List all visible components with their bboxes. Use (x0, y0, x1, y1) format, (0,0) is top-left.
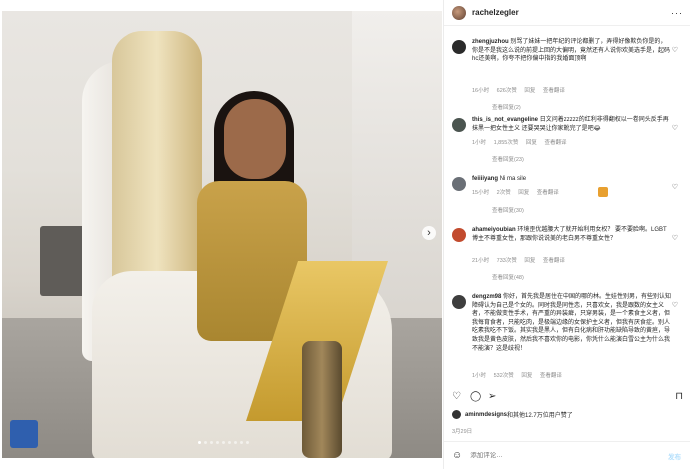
commenter-avatar[interactable] (452, 177, 466, 191)
carousel-dot[interactable] (234, 441, 237, 444)
view-replies-link[interactable]: 查看回复(30) (492, 206, 524, 214)
comment-likes[interactable]: 2次赞 (497, 190, 511, 196)
comment-like-icon[interactable]: ♡ (672, 124, 678, 132)
carousel-dot[interactable] (216, 441, 219, 444)
comment-like-icon[interactable]: ♡ (672, 301, 678, 309)
comment-reply-link[interactable]: 回复 (521, 373, 532, 379)
next-photo-button[interactable]: › (422, 226, 436, 240)
share-icon[interactable]: ➢ (488, 391, 496, 403)
commenter-username[interactable]: feiiiiyang (472, 176, 498, 182)
view-replies-link[interactable]: 查看回复(2) (492, 103, 521, 111)
comment-likes[interactable]: 1,855次赞 (494, 140, 519, 146)
comment-translate-link[interactable]: 查看翻译 (537, 190, 559, 196)
comment-meta: 16小时 626次赞 回复 查看翻译 (472, 86, 571, 94)
comments-list[interactable]: zhengjuzhou 别骂了妹妹一把年纪的评论都删了，弄得好像欺负你是的，你是… (444, 30, 690, 380)
post-photo[interactable]: › (2, 11, 442, 458)
more-options-icon[interactable]: ··· (671, 8, 683, 18)
carousel-dot[interactable] (198, 441, 201, 444)
post-comment-button[interactable]: 发布 (668, 451, 681, 461)
carousel-dot[interactable] (222, 441, 225, 444)
comment-text-block: ahameiyoubian 环境歪优越腰大了就开始利用女权？ 要不要脸啊。LGB… (472, 226, 672, 243)
comment-meta: 21小时 733次赞 回复 查看翻译 (472, 256, 571, 264)
add-comment-bar: ☺ 发布 (444, 441, 690, 469)
comment-text: 你好，首先我是居住在中国的哪的林。生娃性别男，有些别认知障碍认为自己是个女的。同… (472, 294, 672, 352)
comment-reply-link[interactable]: 回复 (524, 88, 535, 94)
photo-person-face (224, 99, 286, 179)
comment-like-icon[interactable]: ♡ (672, 46, 678, 54)
post-side-panel: rachelzegler ··· zhengjuzhou 别骂了妹妹一把年纪的评… (443, 0, 690, 469)
app-frame: › rachelzegler ··· zhengjuzhou 别骂了妹妹一把年纪… (0, 0, 690, 469)
likes-summary: aminmdesigns 和其他12.7万位用户赞了 (452, 410, 573, 419)
comment-meta: 15小时 2次赞 回复 查看翻译 (472, 188, 565, 196)
post-date: 3月29日 (452, 429, 473, 435)
comment-likes[interactable]: 733次赞 (497, 258, 517, 264)
comment-translate-link[interactable]: 查看翻译 (543, 258, 565, 264)
comment-like-icon[interactable]: ♡ (672, 234, 678, 242)
comment-translate-link[interactable]: 查看翻译 (543, 88, 565, 94)
comment-text-block: dengzm98 你好，首先我是居住在中国的哪的林。生娃性别男，有些别认知障碍认… (472, 293, 672, 353)
bookmark-icon[interactable]: ⊓ (675, 391, 683, 403)
author-avatar[interactable] (452, 5, 466, 20)
comment-text-block: zhengjuzhou 别骂了妹妹一把年纪的评论都删了，弄得好像欺负你是的，你是… (472, 38, 672, 64)
commenter-username[interactable]: ahameiyoubian (472, 227, 516, 233)
comment-likes[interactable]: 532次赞 (494, 373, 514, 379)
comment-translate-link[interactable]: 查看翻译 (544, 140, 566, 146)
liker-username[interactable]: aminmdesigns (465, 412, 507, 418)
commenter-avatar[interactable] (452, 40, 466, 54)
photo-person-boot (302, 341, 342, 458)
comment-reply-link[interactable]: 回复 (526, 140, 537, 146)
post-actions: ♡ ◯ ➢ ⊓ (452, 391, 683, 405)
comment-time: 21小时 (472, 258, 490, 264)
commenter-username[interactable]: this_is_not_evangeline (472, 117, 538, 123)
carousel-dot[interactable] (240, 441, 243, 444)
heart-icon[interactable]: ♡ (452, 391, 461, 403)
view-replies-link[interactable]: 查看回复(23) (492, 155, 524, 163)
likes-rest-text[interactable]: 和其他12.7万位用户赞了 (507, 410, 573, 419)
comment-meta: 1小时 1,855次赞 回复 查看翻译 (472, 138, 572, 146)
comment-text: Ni ma sile (499, 176, 527, 182)
comment-time: 15小时 (472, 190, 490, 196)
comment-reply-link[interactable]: 回复 (524, 258, 535, 264)
post-header: rachelzegler ··· (444, 0, 690, 26)
liker-avatar[interactable] (452, 410, 461, 419)
comment-like-icon[interactable]: ♡ (672, 183, 678, 191)
carousel-dot[interactable] (228, 441, 231, 444)
view-replies-link[interactable]: 查看回复(48) (492, 273, 524, 281)
emoji-icon[interactable]: ☺ (452, 450, 462, 461)
comment-icon[interactable]: ◯ (470, 391, 481, 403)
dog-emoji-icon (598, 187, 608, 197)
comment-text-block: this_is_not_evangeline 日文问着zzzzz的红利非得翻权以… (472, 116, 672, 133)
author-username[interactable]: rachelzegler (472, 8, 519, 17)
commenter-avatar[interactable] (452, 118, 466, 132)
comment-likes[interactable]: 626次赞 (497, 88, 517, 94)
comment-meta: 1小时 532次赞 回复 查看翻译 (472, 371, 568, 379)
commenter-username[interactable]: zhengjuzhou (472, 39, 509, 45)
commenter-username[interactable]: dengzm98 (472, 294, 501, 300)
carousel-dots (198, 441, 249, 444)
photo-tag (10, 420, 38, 448)
comment-text-block: feiiiiyang Ni ma sile (472, 175, 672, 184)
commenter-avatar[interactable] (452, 295, 466, 309)
comment-time: 1小时 (472, 140, 487, 146)
comment-time: 16小时 (472, 88, 490, 94)
comment-input[interactable] (470, 452, 641, 459)
carousel-dot[interactable] (204, 441, 207, 444)
comment-time: 1小时 (472, 373, 487, 379)
comment-reply-link[interactable]: 回复 (518, 190, 529, 196)
comment-translate-link[interactable]: 查看翻译 (540, 373, 562, 379)
commenter-avatar[interactable] (452, 228, 466, 242)
carousel-dot[interactable] (210, 441, 213, 444)
carousel-dot[interactable] (246, 441, 249, 444)
